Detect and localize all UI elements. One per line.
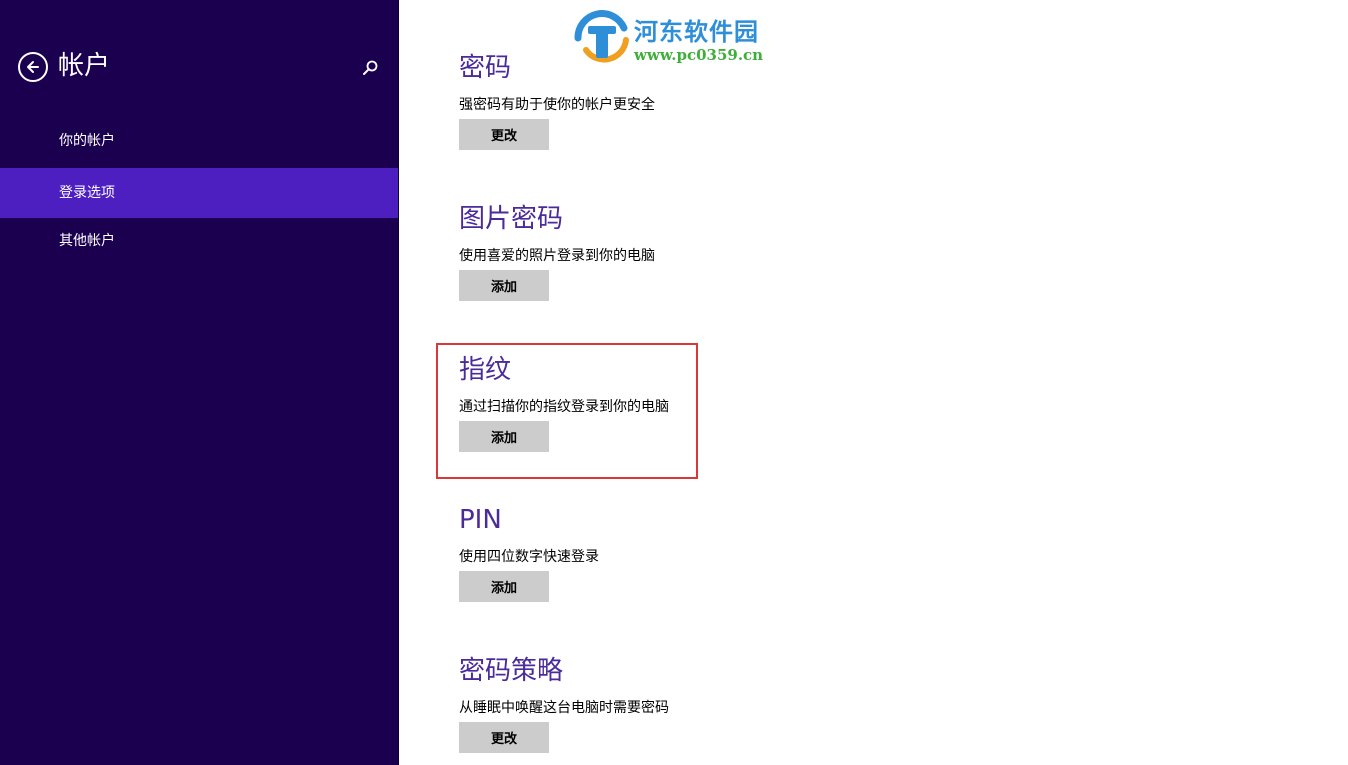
section-description: 使用喜爱的照片登录到你的电脑 (459, 248, 655, 264)
search-button[interactable] (360, 58, 380, 78)
fingerprint-highlight-box (436, 343, 698, 479)
section-description: 使用四位数字快速登录 (459, 549, 599, 565)
pin-section: PIN 使用四位数字快速登录 添加 (459, 504, 599, 602)
sidebar: 帐户 你的帐户 登录选项 其他帐户 (0, 0, 398, 765)
sidebar-item-label: 其他帐户 (59, 233, 115, 249)
page-title: 帐户 (58, 51, 111, 81)
password-policy-section: 密码策略 从睡眠中唤醒这台电脑时需要密码 更改 (459, 655, 669, 753)
search-icon (363, 60, 378, 75)
section-title: 图片密码 (459, 204, 564, 234)
back-arrow-icon (27, 61, 39, 73)
sidebar-item-label: 你的帐户 (59, 133, 115, 149)
section-description: 强密码有助于使你的帐户更安全 (459, 97, 655, 113)
add-pin-button[interactable]: 添加 (459, 571, 549, 602)
sidebar-item-your-account[interactable]: 你的帐户 (0, 116, 398, 166)
change-password-button[interactable]: 更改 (459, 119, 549, 150)
watermark: 河东软件园 www.pc0359.cn (572, 10, 782, 68)
section-description: 从睡眠中唤醒这台电脑时需要密码 (459, 700, 669, 716)
add-picture-password-button[interactable]: 添加 (459, 270, 549, 301)
section-title: PIN (459, 505, 502, 535)
sidebar-divider (398, 0, 399, 765)
watermark-url: www.pc0359.cn (634, 46, 764, 64)
sidebar-item-sign-in-options[interactable]: 登录选项 (0, 168, 398, 218)
back-button[interactable] (18, 52, 48, 82)
picture-password-section: 图片密码 使用喜爱的照片登录到你的电脑 添加 (459, 203, 655, 301)
sidebar-item-other-accounts[interactable]: 其他帐户 (0, 216, 398, 266)
watermark-logo-icon (574, 10, 629, 63)
section-title: 密码策略 (459, 656, 564, 686)
watermark-title: 河东软件园 (634, 17, 759, 46)
change-password-policy-button[interactable]: 更改 (459, 722, 549, 753)
sidebar-item-label: 登录选项 (59, 185, 115, 201)
